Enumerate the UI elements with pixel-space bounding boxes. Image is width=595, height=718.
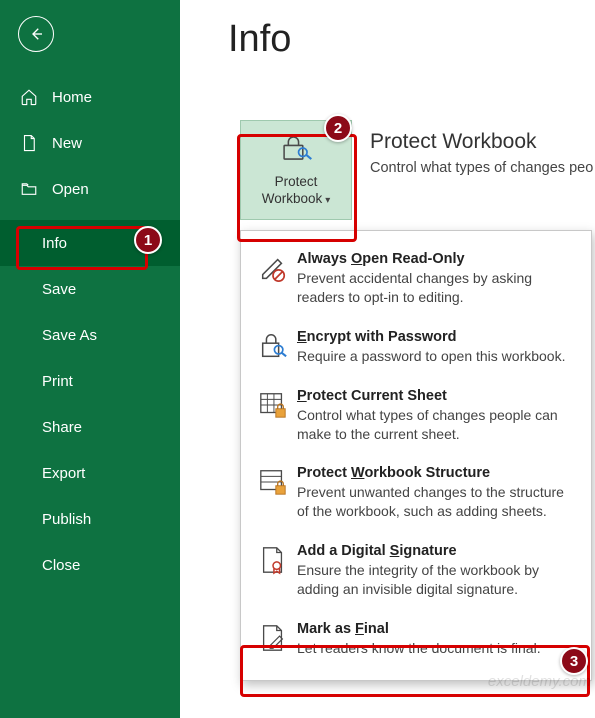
- sidebar-item-save-as[interactable]: Save As: [0, 312, 180, 358]
- protect-heading-sub: Control what types of changes peo: [370, 160, 593, 176]
- menu-desc: Require a password to open this workbook…: [297, 347, 577, 366]
- sidebar-items: Home New Open Info Save Save As Print Sh…: [0, 74, 180, 588]
- page-pencil-icon: [255, 621, 291, 658]
- home-icon: [20, 88, 42, 106]
- watermark: exceldemy.com: [488, 673, 591, 690]
- menu-title: Add a Digital Signature: [297, 543, 577, 559]
- menu-desc: Let readers know the document is final.: [297, 639, 577, 658]
- file-sidebar: Home New Open Info Save Save As Print Sh…: [0, 0, 180, 718]
- menu-desc: Prevent accidental changes by asking rea…: [297, 269, 577, 307]
- sidebar-label: Home: [52, 89, 92, 106]
- sidebar-item-print[interactable]: Print: [0, 358, 180, 404]
- menu-item-mark-final[interactable]: Mark as Final Let readers know the docum…: [241, 611, 591, 670]
- page-title: Info: [228, 18, 595, 61]
- sidebar-item-home[interactable]: Home: [0, 74, 180, 120]
- back-button[interactable]: [18, 16, 54, 52]
- sidebar-item-close[interactable]: Close: [0, 542, 180, 588]
- arrow-left-icon: [27, 25, 45, 43]
- menu-desc: Ensure the integrity of the workbook by …: [297, 561, 577, 599]
- menu-item-protect-structure[interactable]: Protect Workbook Structure Prevent unwan…: [241, 455, 591, 533]
- sidebar-item-publish[interactable]: Publish: [0, 496, 180, 542]
- sidebar-label: Share: [42, 419, 82, 436]
- menu-title: Mark as Final: [297, 621, 577, 637]
- sidebar-item-export[interactable]: Export: [0, 450, 180, 496]
- menu-title: Protect Workbook Structure: [297, 465, 577, 481]
- sheet-lock-icon: [255, 388, 291, 444]
- sidebar-label: Save As: [42, 327, 97, 344]
- sidebar-label: Print: [42, 373, 73, 390]
- sidebar-item-new[interactable]: New: [0, 120, 180, 166]
- sidebar-item-save[interactable]: Save: [0, 266, 180, 312]
- sidebar-label: New: [52, 135, 82, 152]
- menu-desc: Prevent unwanted changes to the structur…: [297, 483, 577, 521]
- menu-item-digital-signature[interactable]: Add a Digital Signature Ensure the integ…: [241, 533, 591, 611]
- page-ribbon-icon: [255, 543, 291, 599]
- protect-heading-title: Protect Workbook: [370, 130, 593, 154]
- pencil-prohibit-icon: [255, 251, 291, 307]
- sidebar-item-share[interactable]: Share: [0, 404, 180, 450]
- folder-open-icon: [20, 180, 42, 198]
- protect-workbook-dropdown: Always Open Read-Only Prevent accidental…: [240, 230, 592, 681]
- sidebar-label: Publish: [42, 511, 91, 528]
- menu-item-encrypt-password[interactable]: Encrypt with Password Require a password…: [241, 319, 591, 378]
- sidebar-label: Open: [52, 181, 89, 198]
- sidebar-item-info[interactable]: Info: [0, 220, 180, 266]
- main-panel: Info Protect Workbook▾ Protect Workbook …: [180, 0, 595, 718]
- sidebar-label: Save: [42, 281, 76, 298]
- menu-item-open-read-only[interactable]: Always Open Read-Only Prevent accidental…: [241, 241, 591, 319]
- sidebar-item-open[interactable]: Open: [0, 166, 180, 212]
- sidebar-label: Close: [42, 557, 80, 574]
- sidebar-label: Export: [42, 465, 85, 482]
- workbook-lock-icon: [255, 465, 291, 521]
- chevron-down-icon: ▾: [325, 195, 330, 206]
- protect-tile-label: Protect Workbook▾: [262, 174, 331, 206]
- page-icon: [20, 134, 42, 152]
- menu-desc: Control what types of changes people can…: [297, 406, 577, 444]
- protect-workbook-button[interactable]: Protect Workbook▾: [240, 120, 352, 220]
- sidebar-label: Info: [42, 235, 67, 252]
- protect-heading: Protect Workbook Control what types of c…: [370, 130, 593, 176]
- menu-item-protect-sheet[interactable]: Protect Current Sheet Control what types…: [241, 378, 591, 456]
- menu-title: Protect Current Sheet: [297, 388, 577, 404]
- menu-title: Always Open Read-Only: [297, 251, 577, 267]
- menu-title: Encrypt with Password: [297, 329, 577, 345]
- lock-key-icon: [255, 329, 291, 366]
- lock-key-icon: [279, 133, 313, 168]
